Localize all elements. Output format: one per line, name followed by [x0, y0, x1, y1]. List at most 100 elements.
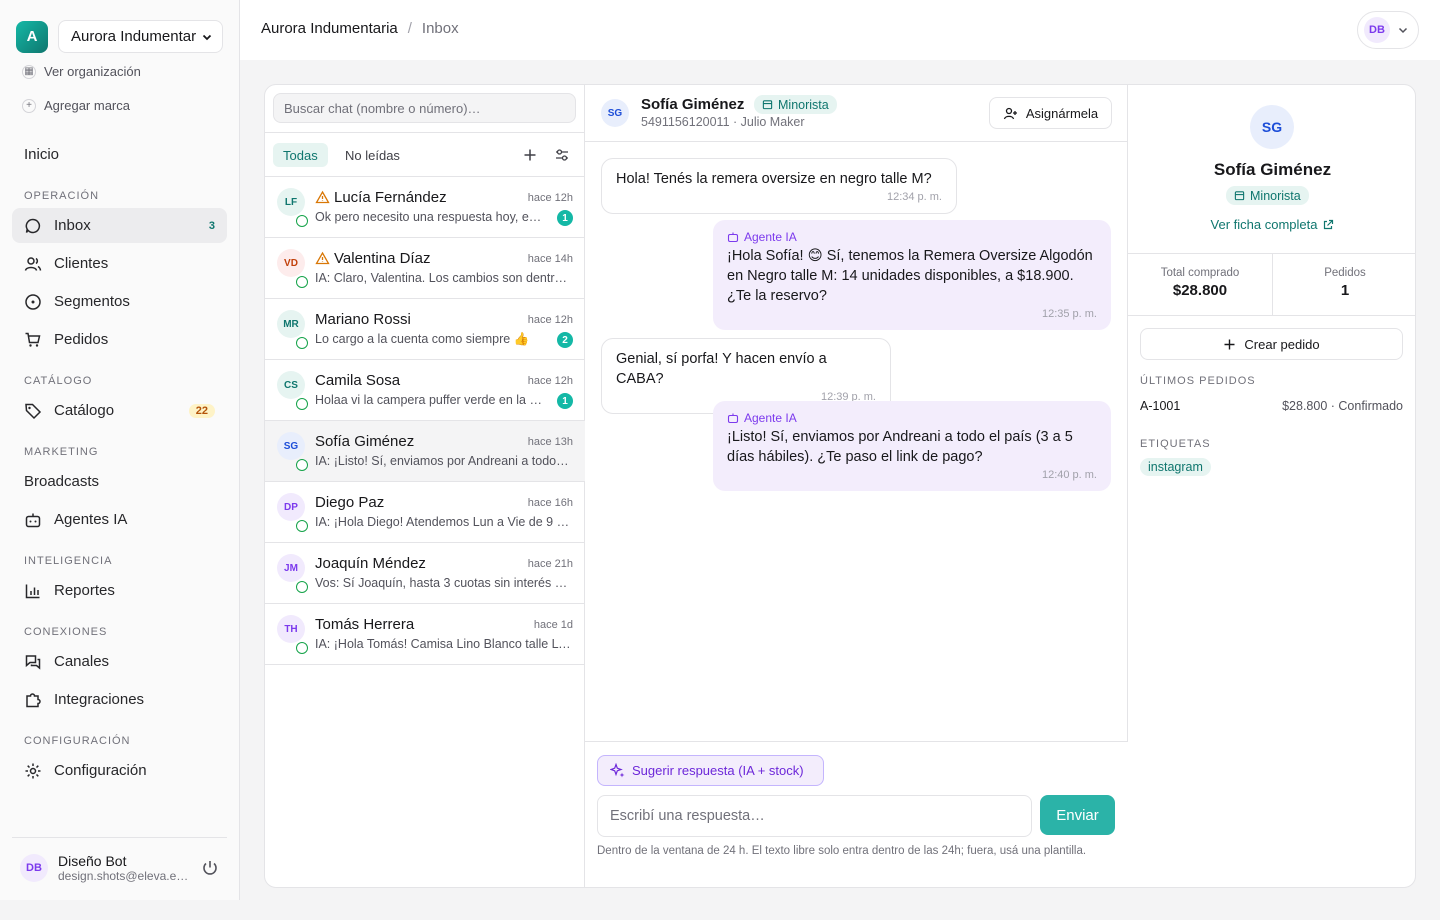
chat-preview: IA: ¡Hola Diego! Atendemos Lun a Vie de …: [315, 515, 572, 529]
chat-row[interactable]: VD Valentina Díaz hace 14h IA: Claro, Valen…: [265, 238, 585, 299]
message-ai: Agente IA ¡Listo! Sí, enviamos por Andre…: [713, 401, 1111, 491]
chat-time: hace 12h: [527, 375, 573, 387]
message-time: 12:35 p. m.: [1041, 308, 1097, 320]
chat-avatar: CS: [277, 371, 305, 399]
whatsapp-icon: [296, 581, 308, 593]
chat-row[interactable]: TH Tomás Herrera hace 1d IA: ¡Hola Tomás! C…: [265, 604, 585, 665]
chat-name: Valentina Díaz: [315, 250, 430, 267]
profile-avatar: SG: [1250, 105, 1294, 149]
section-intelligence: Inteligencia: [24, 555, 113, 567]
order-row[interactable]: A-1001 $28.800 · Confirmado: [1140, 399, 1403, 413]
whatsapp-icon: [296, 520, 308, 532]
chevron-down-icon: [1398, 27, 1408, 34]
whatsapp-icon: [296, 276, 308, 288]
nav-clients[interactable]: Clientes: [12, 246, 227, 281]
user-avatar[interactable]: DB: [20, 853, 48, 882]
nav-settings[interactable]: Configuración: [12, 753, 227, 788]
nav-segments[interactable]: Segmentos: [12, 284, 227, 319]
store-icon: [762, 100, 773, 110]
filter-unread[interactable]: No leídas: [335, 143, 410, 167]
nav-integrations[interactable]: Integraciones: [12, 682, 227, 717]
view-organization-label: Ver organización: [44, 64, 141, 79]
chat-row[interactable]: DP Diego Paz hace 16h IA: ¡Hola Diego! Aten…: [265, 482, 585, 543]
nav-agents[interactable]: Agentes IA: [12, 502, 227, 537]
create-order-button[interactable]: Crear pedido: [1140, 328, 1403, 360]
chat-filters: Todas No leídas: [265, 132, 585, 177]
section-connections: Conexiones: [24, 626, 108, 638]
nav-home[interactable]: Inicio: [12, 137, 227, 172]
nav-inbox[interactable]: Inbox 3: [12, 208, 227, 243]
message-time: 12:40 p. m.: [1041, 469, 1097, 481]
chat-avatar: SG: [277, 432, 305, 460]
chat-name-text: Tomás Herrera: [315, 616, 415, 633]
user-menu-button[interactable]: DB: [1357, 11, 1419, 49]
top-header: Aurora Indumentaria / Inbox DB: [240, 0, 1440, 60]
chat-time: hace 1d: [533, 619, 573, 631]
chat-row[interactable]: LF Lucía Fernández hace 12h Ok pero necesit…: [265, 177, 585, 238]
send-button[interactable]: Enviar: [1040, 795, 1115, 835]
ai-agent-label: Agente IA: [744, 411, 797, 425]
plus-icon: +: [22, 98, 36, 113]
chat-avatar: JM: [277, 554, 305, 582]
assign-to-me-button[interactable]: Asignármela: [989, 97, 1112, 129]
power-icon[interactable]: [201, 859, 219, 877]
chat-name: Sofía Giménez: [315, 433, 414, 450]
chat-name: Diego Paz: [315, 494, 384, 511]
order-summary: $28.800 · Confirmado: [1282, 399, 1403, 413]
user-plus-icon: [1003, 107, 1017, 119]
nav-broadcasts[interactable]: Broadcasts: [12, 464, 227, 499]
chat-search-input[interactable]: [273, 93, 576, 123]
nav-catalog[interactable]: Catálogo 22: [12, 393, 227, 428]
customer-tag[interactable]: instagram: [1140, 458, 1211, 476]
chat-preview: IA: ¡Hola Tomás! Camisa Lino Blanco tall…: [315, 637, 572, 651]
message-text: ¡Hola Sofía! 😊 Sí, tenemos la Remera Ove…: [727, 248, 1093, 304]
warning-icon: [315, 190, 330, 204]
unread-count-badge: 2: [557, 332, 573, 348]
nav-segments-label: Segmentos: [54, 293, 130, 310]
plus-icon[interactable]: [522, 147, 538, 163]
nav-reports[interactable]: Reportes: [12, 573, 227, 608]
add-brand-link[interactable]: + Agregar marca: [22, 98, 130, 113]
chat-name: Lucía Fernández: [315, 189, 447, 206]
unread-count-badge: 1: [557, 393, 573, 409]
chat-row[interactable]: MR Mariano Rossi hace 12h Lo cargo a la cue…: [265, 299, 585, 360]
chat-row[interactable]: JM Joaquín Méndez hace 21h Vos: Sí Joaquín,…: [265, 543, 585, 604]
bot-icon: [727, 413, 739, 424]
nav-reports-label: Reportes: [54, 582, 115, 599]
brand-select[interactable]: Aurora Indumentaria: [58, 20, 223, 53]
nav-channels[interactable]: Canales: [12, 644, 227, 679]
whatsapp-icon: [296, 337, 308, 349]
bar-chart-icon: [25, 584, 40, 598]
stat-value: 1: [1340, 282, 1350, 299]
puzzle-icon: [26, 692, 41, 707]
chat-name: Camila Sosa: [315, 372, 400, 389]
chat-row[interactable]: SG Sofía Giménez hace 13h IA: ¡Listo! Sí, e…: [265, 421, 585, 482]
stat-label: Total comprado: [1160, 267, 1240, 279]
whatsapp-icon: [296, 398, 308, 410]
chat-time: hace 16h: [527, 497, 573, 509]
reply-input[interactable]: [597, 795, 1032, 837]
nav-orders[interactable]: Pedidos: [12, 322, 227, 357]
section-config: Configuración: [24, 735, 131, 747]
suggest-reply-button[interactable]: Sugerir respuesta (IA + stock): [597, 755, 824, 786]
sliders-icon[interactable]: [554, 147, 570, 163]
message-text: Genial, sí porfa! Y hacen envío a CABA?: [616, 351, 827, 387]
filter-all[interactable]: Todas: [273, 143, 328, 167]
store-icon: [1234, 191, 1245, 201]
ai-agent-label: Agente IA: [744, 230, 797, 244]
view-organization-link[interactable]: ▦ Ver organización: [22, 64, 141, 79]
chat-name-text: Valentina Díaz: [334, 250, 431, 267]
nav-integrations-label: Integraciones: [54, 691, 145, 708]
chat-row[interactable]: CS Camila Sosa hace 12h Holaa vi la campera…: [265, 360, 585, 421]
chat-name-text: Diego Paz: [315, 494, 385, 511]
chat-time: hace 12h: [527, 314, 573, 326]
view-full-profile-link[interactable]: Ver ficha completa: [1128, 217, 1415, 232]
message-incoming: Hola! Tenés la remera oversize en negro …: [601, 158, 957, 214]
chat-preview: Holaa vi la campera puffer verde en la w…: [315, 393, 547, 407]
chat-name-text: Camila Sosa: [315, 372, 401, 389]
stat-orders: Pedidos 1: [1272, 254, 1415, 315]
stat-label: Pedidos: [1324, 267, 1366, 279]
add-brand-label: Agregar marca: [44, 98, 130, 113]
breadcrumb-org[interactable]: Aurora Indumentaria: [261, 20, 398, 37]
customer-type-label: Minorista: [778, 97, 829, 112]
